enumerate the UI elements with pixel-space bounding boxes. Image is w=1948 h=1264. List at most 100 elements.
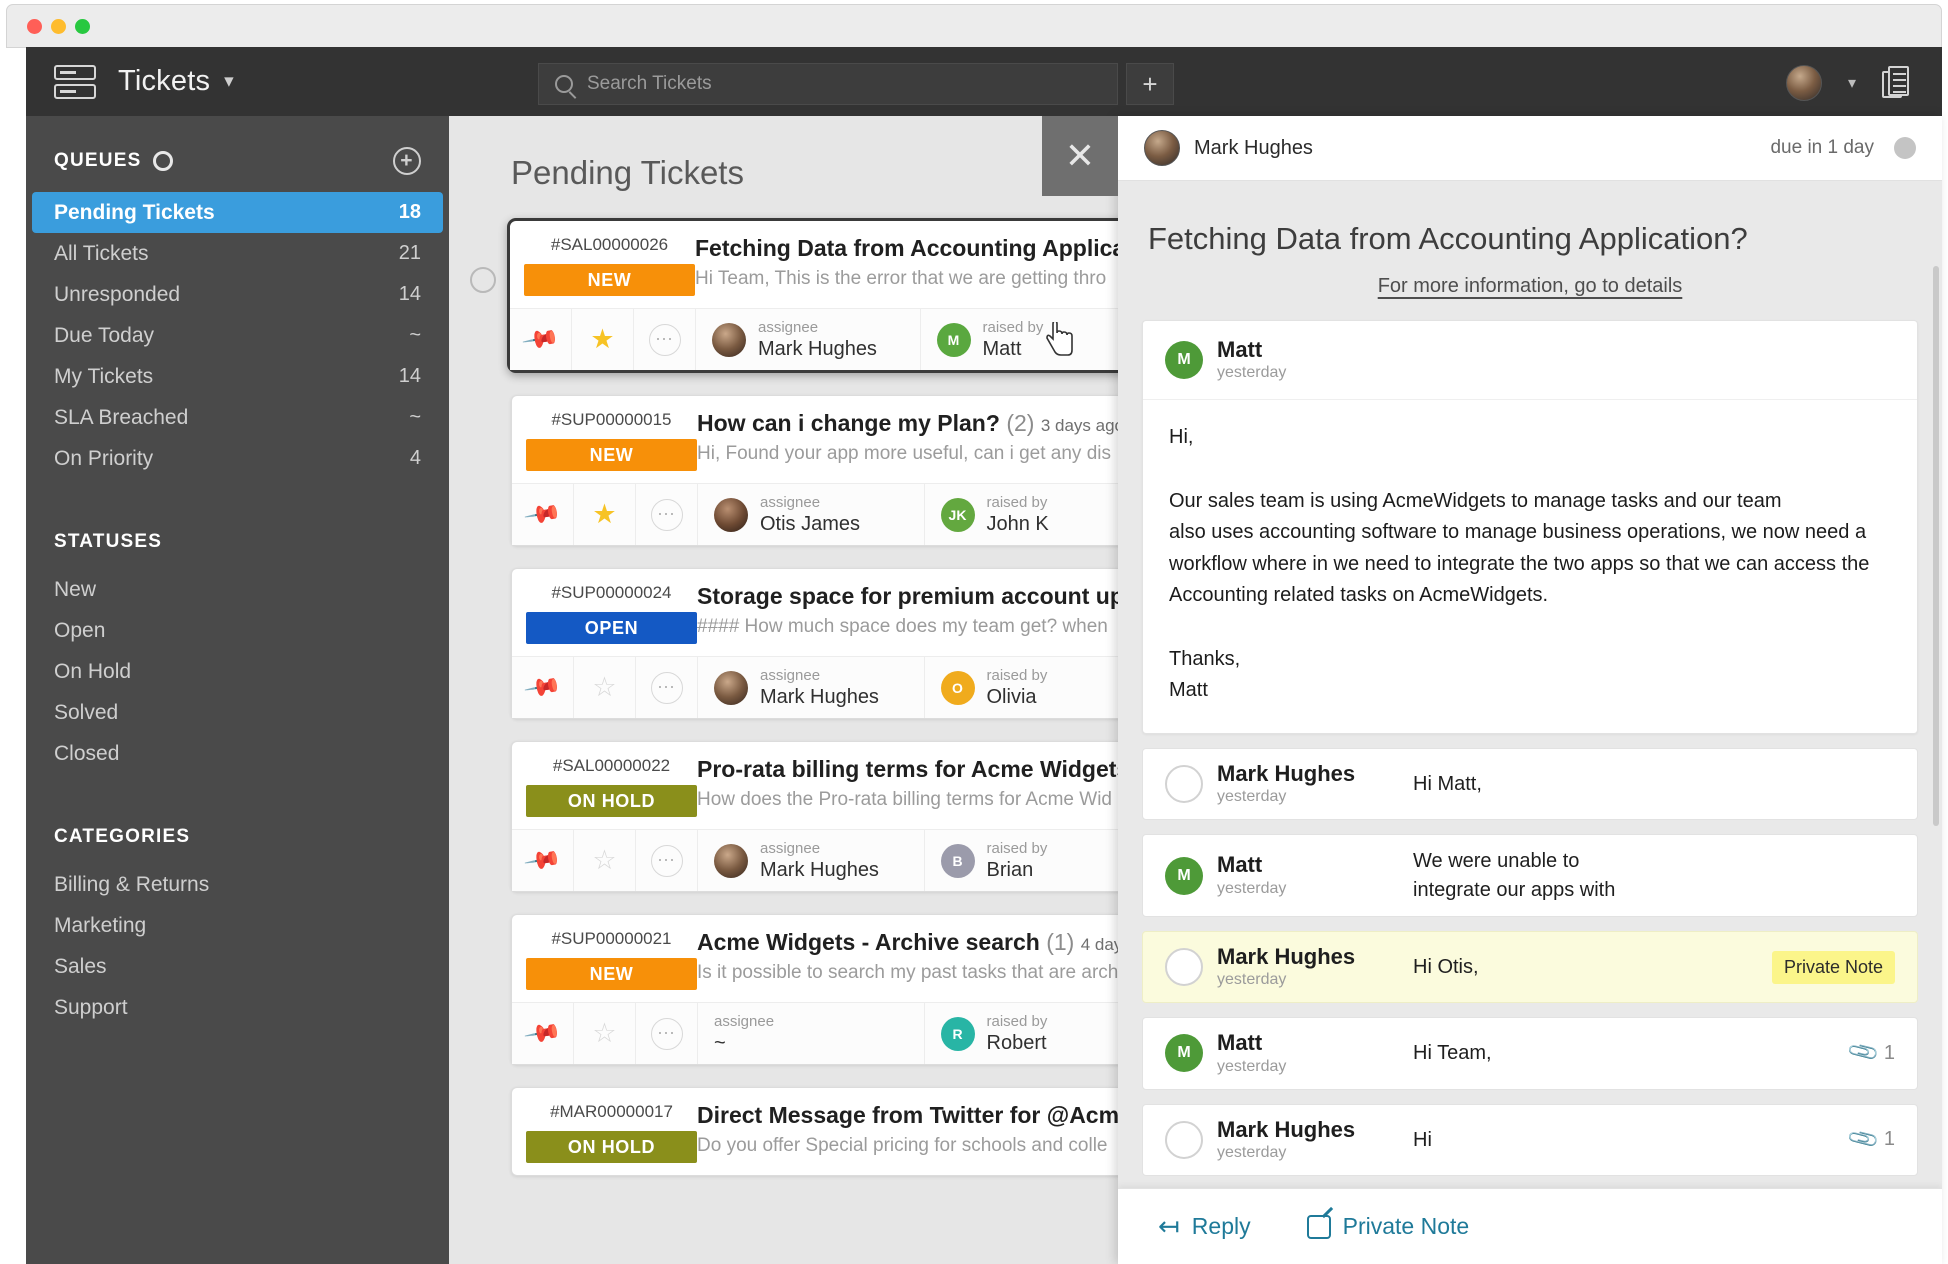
assignee-field[interactable]: assignee Mark Hughes [698,657,925,718]
sidebar-item-unresponded[interactable]: Unresponded 14 [26,274,449,315]
ticket-title-text: Pro-rata billing terms for Acme Widgets [697,756,1118,782]
ticket-title[interactable]: Pro-rata billing terms for Acme Widgets … [697,756,1118,783]
sidebar-item-support[interactable]: Support [26,987,449,1028]
add-ticket-button[interactable]: + [1126,63,1174,105]
queue-label: Unresponded [54,282,181,306]
close-window-button[interactable] [27,18,42,34]
pin-icon[interactable]: 📌 [512,484,574,545]
raised-by-field[interactable]: R raised by Robert [925,1003,1119,1064]
message-header: M Matt yesterday [1143,321,1917,401]
sidebar-item-billing-returns[interactable]: Billing & Returns [26,864,449,905]
table-row[interactable]: #SUP00000024 OPEN Storage space for prem… [511,568,1118,719]
attachment-indicator: 📎 1 [1846,1036,1895,1070]
raised-by-name: Brian [986,858,1034,881]
queues-list: Pending Tickets 18 All Tickets 21 Unresp… [26,192,449,479]
star-icon[interactable]: ☆ [574,1003,636,1064]
pin-icon[interactable]: 📌 [512,830,574,891]
status-dot[interactable] [1894,137,1916,159]
star-icon[interactable]: ★ [574,484,636,545]
avatar [1165,948,1203,987]
assignee-label: assignee [760,493,821,511]
sidebar-item-sla-breached[interactable]: SLA Breached ~ [26,397,449,438]
sidebar-item-all-tickets[interactable]: All Tickets 21 [26,233,449,274]
maximize-window-button[interactable] [75,18,90,34]
documents-icon[interactable] [1882,66,1910,100]
ticket-id: #SUP00000021 [551,929,672,948]
assignee-field[interactable]: assignee Mark Hughes [696,309,921,370]
list-item[interactable]: Mark Hughes yesterday Hi 📎 1 [1142,1103,1918,1177]
ticket-id: #SAL00000026 [550,235,669,254]
chevron-down-icon[interactable]: ▾ [1848,73,1856,93]
ticket-age: 4 days ago [1080,935,1118,954]
more-options-icon[interactable]: ⋯ [634,309,696,370]
sidebar-item-solved[interactable]: Solved [26,692,449,733]
table-row[interactable]: #SUP00000015 NEW How can i change my Pla… [511,395,1118,546]
message-preview: Hi Team, [1413,1042,1492,1065]
assignee-name: ~ [714,1031,726,1054]
sidebar-item-sales[interactable]: Sales [26,946,449,987]
sidebar-item-pending-tickets[interactable]: Pending Tickets 18 [32,192,443,233]
star-icon[interactable]: ☆ [574,830,636,891]
more-options-icon[interactable]: ⋯ [636,484,698,545]
ticket-title-text: Direct Message from Twitter for @AcmeD [697,1102,1118,1128]
sidebar-item-open[interactable]: Open [26,610,449,651]
table-row[interactable]: #MAR00000017 ON HOLD Direct Message from… [511,1087,1118,1176]
message-author: Mark Hughes [1217,1116,1356,1142]
raised-by-field[interactable]: B raised by Brian [925,830,1119,891]
more-options-icon[interactable]: ⋯ [636,657,698,718]
plus-circle-icon[interactable]: + [393,147,421,175]
chevron-down-icon[interactable]: ▾ [224,72,234,91]
table-row[interactable]: #SUP00000021 NEW Acme Widgets - Archive … [511,914,1118,1065]
table-row[interactable]: #SAL00000022 ON HOLD Pro-rata billing te… [511,741,1118,892]
raised-by-field[interactable]: O raised by Olivia [925,657,1119,718]
sidebar-item-closed[interactable]: Closed [26,733,449,774]
minimize-window-button[interactable] [51,18,66,34]
assignee-field[interactable]: assignee ~ [698,1003,925,1064]
raised-by-name: Robert [986,1031,1047,1054]
raised-by-field[interactable]: M raised by Matt [921,309,1119,370]
pin-icon[interactable]: 📌 [510,309,572,370]
private-note-button[interactable]: Private Note [1306,1213,1469,1240]
list-item[interactable]: M Matt yesterday We were unable to integ… [1142,834,1918,917]
sidebar-item-my-tickets[interactable]: My Tickets 14 [26,356,449,397]
close-detail-button[interactable]: ✕ [1042,116,1118,196]
detail-header-right: due in 1 day [1770,137,1916,159]
list-item[interactable]: Mark Hughes yesterday Hi Otis, Private N… [1142,930,1918,1004]
star-icon[interactable]: ☆ [574,657,636,718]
sidebar-item-on-hold[interactable]: On Hold [26,651,449,692]
status-badge: ON HOLD [526,785,697,817]
assignee-field[interactable]: assignee Otis James [698,484,925,545]
sidebar-item-due-today[interactable]: Due Today ~ [26,315,449,356]
pin-icon[interactable]: 📌 [512,657,574,718]
raised-by-field[interactable]: JK raised by John K [925,484,1119,545]
raised-by-name: Olivia [986,685,1037,708]
user-avatar[interactable] [1785,65,1822,101]
ticket-title[interactable]: Storage space for premium account upgr [697,583,1118,610]
more-options-icon[interactable]: ⋯ [636,1003,698,1064]
ticket-title[interactable]: Acme Widgets - Archive search (1) 4 days… [697,929,1118,956]
ticket-title[interactable]: Fetching Data from Accounting Applicati [695,235,1118,262]
select-ticket-radio[interactable] [470,267,496,293]
message-time: yesterday [1217,788,1287,806]
sidebar-item-on-priority[interactable]: On Priority 4 [26,438,449,479]
sidebar-item-new[interactable]: New [26,569,449,610]
table-row[interactable]: #SAL00000026 NEW Fetching Data from Acco… [470,218,1119,373]
reply-button[interactable]: ↤ Reply [1158,1211,1251,1242]
search-input[interactable] [587,73,1047,95]
message-preview: We were unable to integrate our apps wit… [1413,850,1616,901]
more-options-icon[interactable]: ⋯ [636,830,698,891]
list-item[interactable]: M Matt yesterday Hi Team, 📎 1 [1142,1017,1918,1090]
search-box[interactable] [538,63,1118,105]
ticket-title[interactable]: Direct Message from Twitter for @AcmeD [697,1102,1118,1129]
list-item[interactable]: Mark Hughes yesterday Hi Matt, [1142,747,1918,821]
sidebar-item-marketing[interactable]: Marketing [26,905,449,946]
star-icon[interactable]: ★ [572,309,634,370]
reply-count: (1) [1046,929,1075,955]
more-info-link[interactable]: For more information, go to details [1118,275,1942,298]
message-author: Mark Hughes [1217,760,1356,786]
detail-scrollbar[interactable] [1933,266,1939,826]
gear-icon[interactable] [153,151,174,171]
pin-icon[interactable]: 📌 [512,1003,574,1064]
assignee-field[interactable]: assignee Mark Hughes [698,830,925,891]
ticket-title[interactable]: How can i change my Plan? (2) 3 days ago [697,410,1118,437]
